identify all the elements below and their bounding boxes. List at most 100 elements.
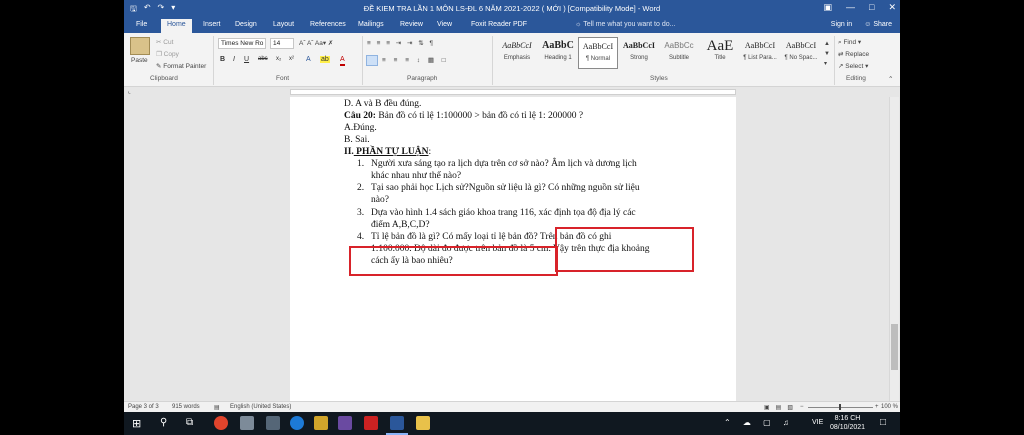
italic-button[interactable]: I <box>233 56 235 63</box>
font-size-select[interactable]: 14 <box>270 38 294 49</box>
word-icon[interactable] <box>390 416 404 430</box>
app-icon[interactable] <box>266 416 280 430</box>
tab-selector-icon[interactable]: ⌞ <box>128 88 131 95</box>
subscript-button[interactable]: x₂ <box>276 56 281 62</box>
format-painter-button[interactable]: ✎ Format Painter <box>156 62 206 70</box>
zoom-out-icon[interactable]: − <box>800 404 804 410</box>
select-button[interactable]: ↗ Select ▾ <box>838 62 868 70</box>
app-icon-2[interactable] <box>338 416 352 430</box>
bold-button[interactable]: B <box>220 56 225 63</box>
section-colon: : <box>428 147 432 157</box>
maximize-icon[interactable]: □ <box>869 2 874 13</box>
find-button[interactable]: ⌕ Find ▾ <box>838 38 861 47</box>
share-button[interactable]: ☺ Share <box>864 21 892 28</box>
shopping-icon[interactable] <box>314 416 328 430</box>
cut-button[interactable]: ✂ Cut <box>156 38 173 46</box>
task-view-icon[interactable]: ⧉ <box>186 417 193 428</box>
highlight-icon[interactable]: ab <box>320 56 330 63</box>
font-group-label: Font <box>276 75 290 82</box>
tab-references[interactable]: References <box>310 21 346 28</box>
edge-icon[interactable] <box>290 416 304 430</box>
grow-font-icon[interactable]: Aˆ Aˇ Aa▾ ✗ <box>299 39 333 47</box>
file-explorer-icon[interactable] <box>416 416 430 430</box>
style-emphasis[interactable]: AaBbCcI Emphasis <box>497 37 537 69</box>
document-page[interactable]: D. A và B đều đúng. Câu 20: Bản đồ có tỉ… <box>290 97 736 401</box>
collapse-ribbon-icon[interactable]: ⌃ <box>888 75 893 83</box>
scissors-icon: ✂ <box>156 39 162 46</box>
style-no-spacing[interactable]: AaBbCcI ¶ No Spac... <box>781 37 821 69</box>
item-1-line-1: Người xưa sáng tạo ra lịch dựa trên cơ s… <box>371 159 637 169</box>
font-family-select[interactable]: Times New Ro <box>218 38 266 49</box>
chrome-icon[interactable] <box>214 416 228 430</box>
strikethrough-button[interactable]: abc <box>258 56 268 62</box>
replace-button[interactable]: ⇄ Replace <box>838 50 869 58</box>
font-color-icon[interactable]: A <box>340 56 345 66</box>
question-20-label: Câu 20: <box>344 111 376 121</box>
separator <box>834 36 835 85</box>
ruler-scale[interactable] <box>290 89 736 95</box>
replace-label: Replace <box>845 51 870 58</box>
search-icon[interactable]: ⚲ <box>160 417 167 428</box>
sign-in-link[interactable]: Sign in <box>831 21 852 28</box>
close-icon[interactable]: ✕ <box>888 2 896 13</box>
language-status[interactable]: English (United States) <box>230 404 291 410</box>
section-title: PHẦN TỰ LUẬN <box>353 147 429 157</box>
clock[interactable]: 8:16 CH 08/10/2021 <box>830 414 865 432</box>
tab-insert[interactable]: Insert <box>203 21 221 28</box>
ribbon-display-icon[interactable]: ▣ <box>824 2 833 13</box>
styles-group-label: Styles <box>650 75 668 82</box>
paste-button[interactable]: Paste <box>131 57 148 64</box>
share-label: Share <box>873 21 892 28</box>
align-left-button[interactable] <box>366 55 378 66</box>
tab-mailings[interactable]: Mailings <box>358 21 384 28</box>
ruler: ⌞ <box>124 87 900 97</box>
question-20: Câu 20: Bản đồ có tỉ lệ 1:100000 > bản đ… <box>344 111 583 121</box>
tell-me-placeholder: Tell me what you want to do... <box>583 21 676 28</box>
copy-button[interactable]: ❐ Copy <box>156 50 179 58</box>
style-subtitle[interactable]: AaBbCc Subtitle <box>659 37 699 69</box>
tab-layout[interactable]: Layout <box>273 21 294 28</box>
tell-me-box[interactable]: ☼ Tell me what you want to do... <box>575 21 675 28</box>
view-mode-icons[interactable]: ▣▤▧ <box>764 404 799 411</box>
notification-icon[interactable]: □ <box>880 417 886 428</box>
styles-scroll-icon[interactable]: ▲ ▼ ▾ <box>824 39 830 69</box>
windows-start-icon[interactable]: ⊞ <box>132 417 141 430</box>
copy-label: Copy <box>163 51 179 58</box>
underline-button[interactable]: U <box>244 56 249 63</box>
style-heading-1[interactable]: AaBbC Heading 1 <box>538 37 578 69</box>
paste-icon[interactable] <box>130 37 150 55</box>
alignment-icons[interactable]: ≡ ≡ ≡ ↕ ▦ □ <box>382 56 449 64</box>
tab-review[interactable]: Review <box>400 21 423 28</box>
style-preview: AaBbCcI <box>744 41 776 50</box>
proofing-icon[interactable]: ▤ <box>214 404 220 411</box>
tab-view[interactable]: View <box>437 21 452 28</box>
zoom-level[interactable]: 100 % <box>878 404 898 410</box>
style-strong[interactable]: AaBbCcI Strong <box>619 37 659 69</box>
scrollbar-thumb[interactable] <box>891 324 898 370</box>
tab-home[interactable]: Home <box>161 19 192 33</box>
page-count[interactable]: Page 3 of 3 <box>128 404 159 410</box>
tab-file[interactable]: File <box>136 21 147 28</box>
separator <box>362 36 363 85</box>
tab-design[interactable]: Design <box>235 21 257 28</box>
zoom-slider-thumb[interactable] <box>839 404 841 410</box>
style-list-paragraph[interactable]: AaBbCcI ¶ List Para... <box>740 37 780 69</box>
question-20-text: Bản đồ có tỉ lệ 1:100000 > bản đồ có tỉ … <box>375 111 584 121</box>
list-icons[interactable]: ≡ ≡ ≡ ⇥ ⇥ ⇅ ¶ <box>367 39 435 47</box>
word-count[interactable]: 915 words <box>172 404 200 410</box>
superscript-button[interactable]: x² <box>289 56 294 62</box>
text-effects-icon[interactable]: A <box>306 56 311 63</box>
vertical-scrollbar[interactable] <box>889 97 899 401</box>
ribbon: Paste ✂ Cut ❐ Copy ✎ Format Painter Clip… <box>124 33 900 87</box>
system-tray-icons[interactable]: ⌃ ☁ ▢ ♫ <box>724 418 794 427</box>
select-icon: ↗ <box>838 63 844 70</box>
style-name: ¶ List Para... <box>743 55 777 61</box>
style-title[interactable]: AaE Title <box>700 37 740 69</box>
style-normal[interactable]: AaBbCcI ¶ Normal <box>578 37 618 69</box>
style-preview: AaBbCcI <box>785 41 817 50</box>
camera-icon[interactable] <box>240 416 254 430</box>
input-language[interactable]: VIE <box>812 419 823 426</box>
tab-foxit-reader-pdf[interactable]: Foxit Reader PDF <box>471 21 527 28</box>
minimize-icon[interactable]: — <box>846 2 855 13</box>
foxit-icon[interactable] <box>364 416 378 430</box>
